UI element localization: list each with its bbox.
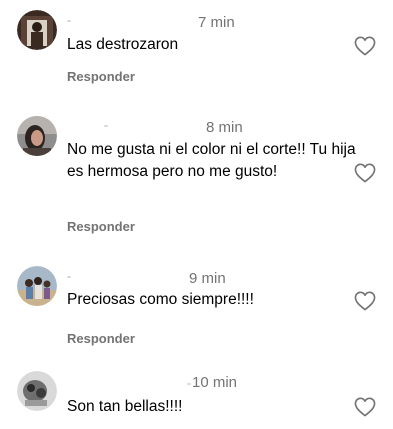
user-avatar-photo-icon [17,10,57,50]
heart-outline-icon [354,36,376,56]
user-avatar-photo-icon [17,371,57,411]
comment-text: No me gusta ni el color ni el corte!! Tu… [67,141,356,180]
comment-time: 7 min [198,14,235,31]
comment-text: Las destrozaron [67,36,179,53]
comment-time: 9 min [189,270,226,287]
comment-text: Son tan bellas!!!! [67,398,183,415]
username-redacted[interactable] [67,20,71,22]
user-avatar-photo-icon [17,116,57,156]
username-redacted[interactable] [187,383,191,385]
reply-button[interactable]: Responder [67,331,135,347]
username-redacted[interactable] [67,276,71,278]
avatar[interactable] [17,10,57,50]
heart-outline-icon [354,291,376,311]
avatar[interactable] [17,371,57,411]
like-button[interactable] [354,36,376,56]
like-button[interactable] [354,163,376,183]
like-button[interactable] [354,397,376,417]
heart-outline-icon [354,163,376,183]
comment-text: Preciosas como siempre!!!! [67,291,254,308]
reply-button[interactable]: Responder [67,219,135,235]
comment-time: 10 min [192,374,238,391]
username-redacted[interactable] [104,125,108,127]
reply-button[interactable]: Responder [67,69,135,85]
heart-outline-icon [354,397,376,417]
comment-time: 8 min [206,119,243,136]
avatar[interactable] [17,116,57,156]
user-avatar-photo-icon [17,266,57,306]
avatar[interactable] [17,266,57,306]
like-button[interactable] [354,291,376,311]
